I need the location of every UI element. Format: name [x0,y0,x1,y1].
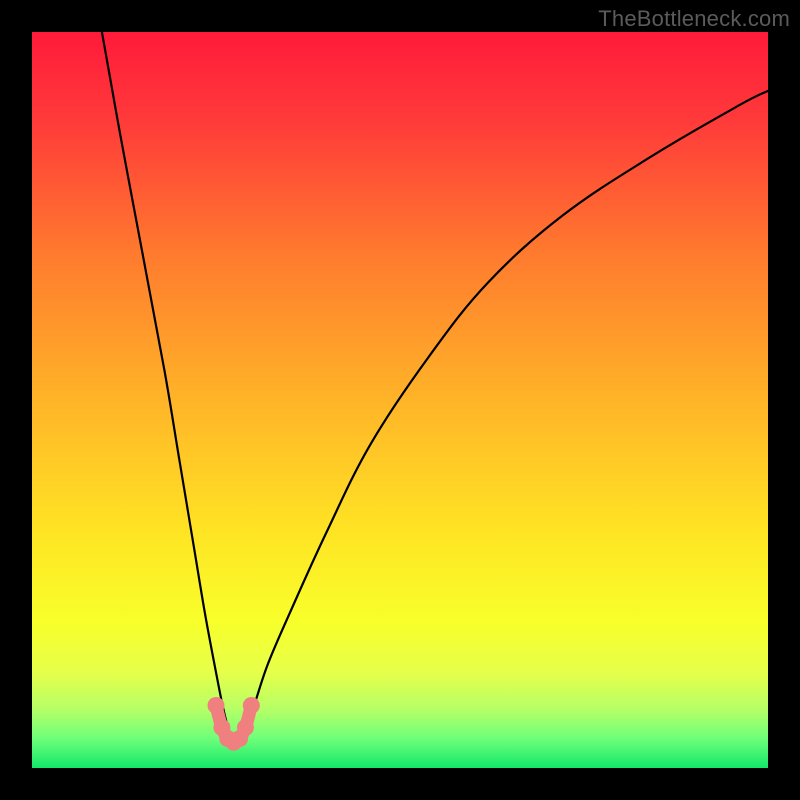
trough-marker-dot [208,697,225,714]
trough-marker-dot [237,719,254,736]
trough-markers [208,697,260,751]
chart-frame: TheBottleneck.com [0,0,800,800]
chart-svg [32,32,768,768]
watermark-text: TheBottleneck.com [598,6,790,32]
trough-marker-dot [243,697,260,714]
bottleneck-curve [102,32,768,742]
plot-area [32,32,768,768]
